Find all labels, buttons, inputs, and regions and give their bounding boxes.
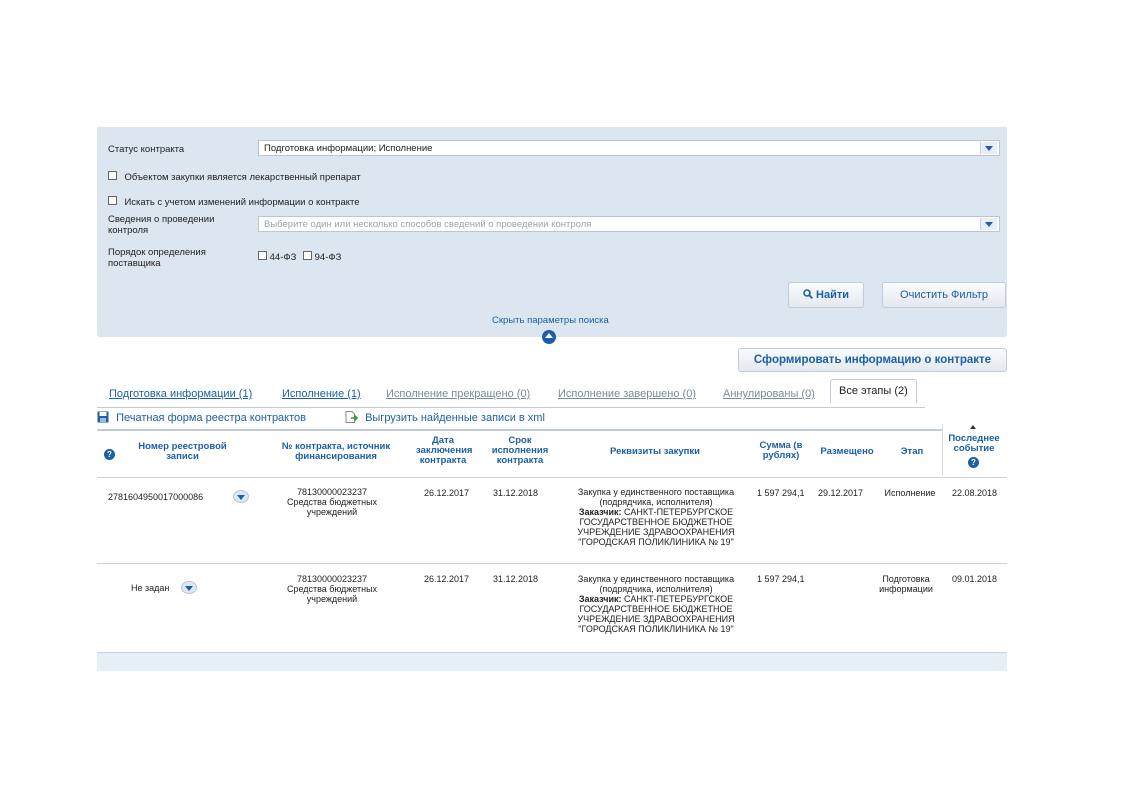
changes-checkbox[interactable]: [108, 196, 117, 205]
row1-customer-line3: УЧРЕЖДЕНИЕ ЗДРАВООХРАНЕНИЯ: [577, 527, 735, 537]
hide-params-link[interactable]: Скрыть параметры поиска: [492, 315, 609, 326]
header-last-event[interactable]: Последнее событие: [944, 434, 1004, 454]
law-94-checkbox[interactable]: [302, 251, 312, 260]
contract-status-value: Подготовка информации; Исполнение: [264, 143, 433, 154]
control-placeholder: Выберите один или несколько способов све…: [264, 219, 592, 230]
header-conclusion-date[interactable]: Дата заключения контракта: [416, 436, 472, 466]
sort-arrow-icon: [970, 425, 976, 429]
row2-conclusion-date: 26.12.2017: [424, 574, 470, 584]
row-divider: [97, 477, 1007, 478]
search-icon: [803, 289, 813, 299]
supplier-order-label: Порядок определения поставщика: [108, 247, 206, 269]
row2-stage: Подготовка информации: [879, 574, 933, 594]
row1-customer-name1: САНКТ-ПЕТЕРБУРГСКОЕ: [624, 507, 734, 517]
row1-customer-line2: ГОСУДАРСТВЕННОЕ БЮДЖЕТНОЕ: [579, 517, 733, 527]
row1-customer-label: Заказчик:: [578, 507, 622, 517]
print-form-label: Печатная форма реестра контрактов: [116, 412, 306, 424]
row1-last-event: 22.08.2018: [952, 488, 998, 498]
row2-purchase-details: Закупка у единственного поставщика (подр…: [562, 574, 750, 634]
law-checkboxes: 44-ФЗ 94-ФЗ: [258, 251, 341, 263]
row1-execution-term: 31.12.2018: [493, 488, 539, 498]
row2-last-event: 09.01.2018: [952, 574, 998, 584]
chevron-down-icon[interactable]: [980, 218, 997, 230]
tabs-baseline: [97, 407, 925, 408]
clear-filter-label: Очистить Фильтр: [900, 289, 988, 301]
tab-completed[interactable]: Исполнение завершено (0): [558, 388, 696, 400]
control-select[interactable]: Выберите один или несколько способов све…: [258, 216, 1000, 232]
changes-checkbox-row[interactable]: Искать с учетом изменений информации о к…: [108, 192, 360, 210]
row1-customer-line1: Заказчик: САНКТ-ПЕТЕРБУРГСКОЕ: [562, 507, 750, 517]
row2-sum: 1 597 294,1: [757, 574, 805, 584]
tab-terminated[interactable]: Исполнение прекращено (0): [386, 388, 530, 400]
row2-expand-icon[interactable]: [181, 581, 197, 594]
row2-registry-number[interactable]: Не задан: [131, 583, 169, 593]
header-stage[interactable]: Этап: [890, 447, 934, 457]
law-94-label: 94-ФЗ: [314, 252, 342, 263]
row1-funding: Средства бюджетных учреждений: [286, 497, 378, 517]
contract-status-label: Статус контракта: [108, 144, 185, 155]
header-sum[interactable]: Сумма (в рублях): [756, 441, 806, 461]
row2-funding: Средства бюджетных учреждений: [286, 584, 378, 604]
export-xml-action[interactable]: Выгрузить найденные записи в xml: [345, 411, 545, 424]
row1-registry-number[interactable]: 2781604950017000086: [108, 492, 203, 502]
form-info-button[interactable]: Сформировать информацию о контракте: [738, 348, 1007, 372]
law-44-checkbox[interactable]: [258, 251, 267, 260]
chevron-down-icon[interactable]: [980, 142, 997, 154]
row2-customer-name1: САНКТ-ПЕТЕРБУРГСКОЕ: [624, 594, 734, 604]
tab-cancelled[interactable]: Аннулированы (0): [723, 388, 815, 400]
row1-purchase-line2: (подрядчика, исполнителя): [599, 497, 713, 507]
print-form-action[interactable]: Печатная форма реестра контрактов: [97, 411, 306, 424]
tab-execution[interactable]: Исполнение (1): [282, 388, 361, 400]
medicine-checkbox-label: Объектом закупки является лекарственный …: [124, 172, 361, 183]
row2-customer-line3: УЧРЕЖДЕНИЕ ЗДРАВООХРАНЕНИЯ: [577, 614, 735, 624]
law-44-label: 44-ФЗ: [269, 252, 297, 263]
medicine-checkbox[interactable]: [108, 171, 117, 180]
contract-status-select[interactable]: Подготовка информации; Исполнение: [258, 140, 1000, 156]
row1-conclusion-date: 26.12.2017: [424, 488, 470, 498]
header-purchase-details[interactable]: Реквизиты закупки: [590, 447, 720, 457]
row1-sum: 1 597 294,1: [757, 488, 805, 498]
header-contract-number[interactable]: № контракта, источник финансирования: [265, 442, 407, 462]
row1-expand-icon[interactable]: [233, 490, 249, 503]
tab-preparation[interactable]: Подготовка информации (1): [109, 388, 252, 400]
tab-all-stages[interactable]: Все этапы (2): [830, 379, 917, 403]
row2-customer-line2: ГОСУДАРСТВЕННОЕ БЮДЖЕТНОЕ: [579, 604, 733, 614]
changes-checkbox-label: Искать с учетом изменений информации о к…: [124, 197, 360, 208]
row1-contract-number[interactable]: 78130000023237: [268, 487, 396, 497]
find-button-label: Найти: [816, 289, 850, 301]
row2-customer-line1: Заказчик: САНКТ-ПЕТЕРБУРГСКОЕ: [562, 594, 750, 604]
row1-stage: Исполнение: [884, 488, 936, 498]
row-divider: [97, 563, 1007, 564]
export-document-icon: [345, 411, 359, 423]
find-button[interactable]: Найти: [788, 282, 864, 308]
clear-filter-button[interactable]: Очистить Фильтр: [882, 282, 1006, 308]
medicine-checkbox-row[interactable]: Объектом закупки является лекарственный …: [108, 167, 361, 185]
row2-purchase-line1: Закупка у единственного поставщика: [577, 574, 735, 584]
table-footer: [97, 652, 1007, 671]
row2-contract-number[interactable]: 78130000023237: [268, 574, 396, 584]
help-icon[interactable]: ?: [968, 457, 979, 468]
floppy-disk-icon: [97, 411, 109, 423]
row2-customer-line4: "ГОРОДСКАЯ ПОЛИКЛИНИКА № 19": [578, 624, 734, 634]
help-icon[interactable]: ?: [104, 449, 115, 460]
export-xml-label: Выгрузить найденные записи в xml: [365, 412, 545, 424]
control-label: Сведения о проведении контроля: [108, 214, 215, 236]
row1-customer-line4: "ГОРОДСКАЯ ПОЛИКЛИНИКА № 19": [578, 537, 734, 547]
row2-purchase-line2: (подрядчика, исполнителя): [599, 584, 713, 594]
row1-purchase-line1: Закупка у единственного поставщика: [577, 487, 735, 497]
row1-placed: 29.12.2017: [818, 488, 864, 498]
row1-purchase-details: Закупка у единственного поставщика (подр…: [562, 487, 750, 547]
header-placed[interactable]: Размещено: [814, 447, 880, 457]
collapse-up-icon[interactable]: [542, 330, 556, 344]
header-registry-number[interactable]: Номер реестровой записи: [125, 442, 240, 462]
row2-execution-term: 31.12.2018: [493, 574, 539, 584]
header-execution-term[interactable]: Срок исполнения контракта: [486, 436, 554, 466]
row2-customer-label: Заказчик:: [578, 594, 622, 604]
